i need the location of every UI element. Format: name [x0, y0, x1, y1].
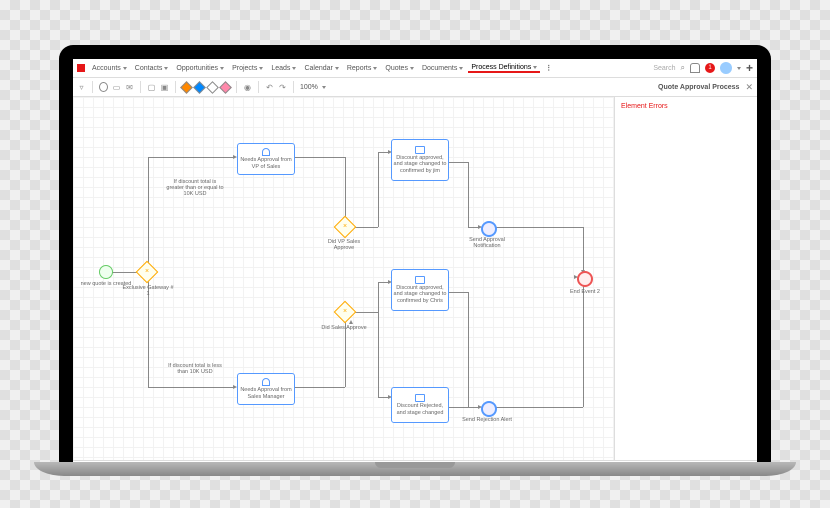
- gateway-icon[interactable]: [182, 83, 191, 92]
- main-area: new quote is created × Exclusive Gateway…: [73, 97, 757, 463]
- notes-icon[interactable]: ▭: [112, 83, 121, 92]
- caret-icon: [292, 67, 296, 70]
- caret-icon: [459, 67, 463, 70]
- diagram-canvas[interactable]: new quote is created × Exclusive Gateway…: [73, 97, 614, 463]
- end-event-label: End Event 2: [563, 289, 607, 295]
- undo-icon[interactable]: ↶: [265, 83, 274, 92]
- circle-tool-icon[interactable]: [99, 83, 108, 92]
- app-screen: Accounts Contacts Opportunities Projects…: [73, 59, 757, 475]
- gateway-icon[interactable]: [208, 83, 217, 92]
- caret-icon: [220, 67, 224, 70]
- gateway-icon[interactable]: [221, 83, 230, 92]
- errors-sidebar: Element Errors: [614, 97, 757, 463]
- redo-icon[interactable]: ↷: [278, 83, 287, 92]
- gateway-mgr-label: Did Sales Approve: [319, 325, 369, 331]
- send-reject-label: Send Rejection Alert: [459, 417, 515, 423]
- task-confirmed-chris[interactable]: Discount approved, and stage changed to …: [391, 269, 449, 311]
- nav-quotes[interactable]: Quotes: [382, 64, 417, 72]
- zoom-level[interactable]: 100%: [300, 84, 318, 91]
- caret-icon: [373, 67, 377, 70]
- save-icon[interactable]: ▿: [77, 83, 86, 92]
- end-event[interactable]: [577, 271, 593, 287]
- search-input[interactable]: Search: [653, 65, 675, 72]
- gateway-1-label: Exclusive Gateway # 1: [121, 285, 175, 297]
- editor-toolbar: ▿ ▭ ✉ ▢ ▣ ◉ ↶ ↷ 100% Quote Approval Proc…: [73, 78, 757, 97]
- nav-calendar[interactable]: Calendar: [301, 64, 341, 72]
- nav-projects[interactable]: Projects: [229, 64, 266, 72]
- gateway-vp-label: Did VP Sales Approve: [319, 239, 369, 251]
- nav-more[interactable]: ⋮: [542, 64, 555, 72]
- caret-icon: [123, 67, 127, 70]
- nav-accounts[interactable]: Accounts: [89, 64, 130, 72]
- nav-leads[interactable]: Leads: [268, 64, 299, 72]
- caret-icon: [737, 67, 741, 70]
- caret-icon: [259, 67, 263, 70]
- nav-right: Search ⌕ 1 +: [653, 61, 753, 75]
- task-icon[interactable]: ▢: [147, 83, 156, 92]
- nav-contacts[interactable]: Contacts: [132, 64, 172, 72]
- task-manager-approval[interactable]: Needs Approval from Sales Manager: [237, 373, 295, 405]
- mail-icon[interactable]: ✉: [125, 83, 134, 92]
- notification-count[interactable]: 1: [705, 63, 715, 73]
- user-avatar[interactable]: [720, 62, 732, 74]
- nav-menus: Accounts Contacts Opportunities Projects…: [89, 64, 653, 72]
- task-confirmed-jim[interactable]: Discount approved, and stage changed to …: [391, 139, 449, 181]
- caret-icon: [322, 86, 326, 89]
- laptop-frame: Accounts Contacts Opportunities Projects…: [59, 45, 771, 475]
- laptop-base: [34, 462, 796, 476]
- start-event[interactable]: [99, 265, 113, 279]
- gateway-mgr-approve[interactable]: ×: [337, 304, 353, 320]
- gateway-icon[interactable]: [195, 83, 204, 92]
- gateway-vp-approve[interactable]: ×: [337, 219, 353, 235]
- send-approval-event[interactable]: [481, 221, 497, 237]
- caret-icon: [410, 67, 414, 70]
- comment-icon[interactable]: ◉: [243, 83, 252, 92]
- condition-bottom-label: If discount total is less than 10K USD: [165, 363, 225, 375]
- caret-icon: [335, 67, 339, 70]
- send-reject-event[interactable]: [481, 401, 497, 417]
- nav-reports[interactable]: Reports: [344, 64, 381, 72]
- caret-icon: [533, 66, 537, 69]
- quick-create-button[interactable]: +: [746, 61, 753, 75]
- search-icon[interactable]: ⌕: [681, 63, 685, 73]
- app-logo[interactable]: [77, 64, 85, 72]
- nav-process-definitions[interactable]: Process Definitions: [468, 64, 540, 73]
- process-title: Quote Approval Process: [658, 84, 739, 91]
- caret-icon: [164, 67, 168, 70]
- condition-top-label: If discount total is greater than or equ…: [165, 179, 225, 197]
- task-vp-approval[interactable]: Needs Approval from VP of Sales: [237, 143, 295, 175]
- task-rejected[interactable]: Discount Rejected, and stage changed: [391, 387, 449, 423]
- element-errors-label: Element Errors: [621, 103, 751, 110]
- nav-opportunities[interactable]: Opportunities: [173, 64, 227, 72]
- close-icon[interactable]: ✕: [745, 82, 753, 93]
- notification-icon[interactable]: [690, 63, 700, 73]
- send-approval-label: Send Approval Notification: [459, 237, 515, 249]
- user-task-icon[interactable]: ▣: [160, 83, 169, 92]
- exclusive-gateway-1[interactable]: ×: [139, 264, 155, 280]
- nav-documents[interactable]: Documents: [419, 64, 466, 72]
- top-nav: Accounts Contacts Opportunities Projects…: [73, 59, 757, 78]
